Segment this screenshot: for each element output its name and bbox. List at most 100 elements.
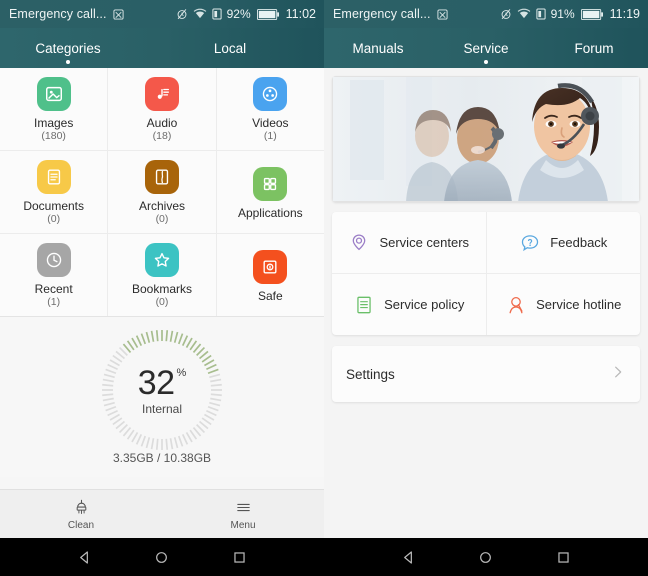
service-hotline-button[interactable]: Service hotline [485,274,641,335]
tab-local-label: Local [213,40,247,56]
category-recent[interactable]: Recent (1) [0,234,107,316]
star-icon [144,243,179,277]
tab-service-label: Service [463,40,509,56]
category-count: (1) [263,130,277,142]
wifi-icon [517,8,531,20]
policy-doc-icon [353,294,375,316]
settings-row[interactable]: Settings [332,346,640,402]
signal-no-service-icon [212,8,222,20]
alarm-off-icon [500,8,512,20]
category-videos[interactable]: Videos (1) [215,68,324,150]
service-actions-row: Service policy Service hotline [332,273,640,335]
category-label: Archives [138,199,185,213]
left-phone-panel: Emergency call... 92% 11:02 Categories L… [0,0,324,538]
back-triangle-icon[interactable] [76,549,93,566]
film-reel-icon [253,77,288,111]
category-bookmarks[interactable]: Bookmarks (0) [107,234,215,316]
category-label: Recent [34,282,73,296]
recents-square-icon[interactable] [231,549,248,566]
battery-icon [256,8,279,20]
alarm-off-icon [176,8,188,20]
service-centers-button[interactable]: Service centers [332,212,486,273]
carrier-label: Emergency call... [333,7,431,21]
service-actions-row: Service centers Feedback [332,212,640,273]
categories-grid: Images (180) Audio (18) Videos (1) Docum… [0,68,324,317]
right-status-carrier-group: Emergency call... [324,7,448,21]
battery-icon [580,8,603,20]
clock-label: 11:19 [609,7,640,21]
tab-forum-label: Forum [574,40,614,56]
apps-grid-icon [253,166,288,201]
storage-used-total-label: 3.35GB / 10.38GB [112,451,212,465]
categories-row: Recent (1) Bookmarks (0) Safe [0,233,324,316]
tab-local[interactable]: Local [136,28,324,68]
service-banner-image[interactable] [332,76,640,202]
storage-percent-value: 32 [137,363,175,402]
internal-storage-card[interactable]: 32 % Internal 3.35GB / 10.38GB [0,317,324,477]
left-status-bar: Emergency call... 92% 11:02 [0,0,324,28]
feedback-button[interactable]: Feedback [485,212,641,273]
service-page-body: Service centers Feedback Service policy … [324,68,648,538]
category-documents[interactable]: Documents (0) [0,151,107,233]
category-label: Applications [237,205,303,220]
category-count: (180) [41,130,66,142]
person-call-icon [505,294,527,316]
clean-button[interactable]: Clean [0,498,162,531]
category-label: Images [33,116,74,130]
battery-percent-label: 91% [550,7,575,21]
document-icon [36,160,71,194]
category-count: (18) [152,130,172,142]
category-applications[interactable]: Applications [215,151,324,233]
question-chat-icon [519,232,541,254]
category-label: Safe [257,288,283,303]
tab-active-indicator-dot [66,60,71,64]
category-count: (0) [47,213,61,225]
tab-categories[interactable]: Categories [0,28,136,68]
left-tab-bar: Categories Local [0,28,324,68]
left-nav-buttons [0,538,324,576]
android-navigation-bar [0,538,648,576]
categories-row: Images (180) Audio (18) Videos (1) [0,68,324,150]
service-policy-button[interactable]: Service policy [332,274,486,335]
storage-percent-symbol: % [176,366,187,379]
wifi-icon [193,8,207,20]
category-label: Audio [146,116,178,130]
tab-manuals[interactable]: Manuals [324,28,432,68]
storage-gauge-center: 32 % Internal [97,325,227,455]
category-safe[interactable]: Safe [215,234,324,316]
safe-lock-icon [253,249,288,284]
tab-service[interactable]: Service [432,28,540,68]
sim-card-icon [113,8,124,20]
storage-percent: 32 % [138,365,187,401]
right-phone-panel: Emergency call... 91% 11:19 Manuals Serv… [324,0,648,538]
storage-gauge: 32 % Internal [97,325,227,455]
service-actions-card: Service centers Feedback Service policy … [332,212,640,335]
sim-card-icon [437,8,448,20]
settings-label: Settings [346,366,395,382]
right-status-bar: Emergency call... 91% 11:19 [324,0,648,28]
service-centers-label: Service centers [379,235,470,250]
battery-percent-label: 92% [226,7,251,21]
recents-square-icon[interactable] [555,549,572,566]
categories-row: Documents (0) Archives (0) Applications [0,150,324,233]
tab-manuals-label: Manuals [352,40,404,56]
clock-icon [36,243,71,277]
back-triangle-icon[interactable] [400,549,417,566]
category-images[interactable]: Images (180) [0,68,107,150]
home-circle-icon[interactable] [477,549,494,566]
category-label: Bookmarks [131,282,192,296]
left-bottom-toolbar: Clean Menu [0,489,324,538]
clock-label: 11:02 [285,7,316,21]
tab-forum[interactable]: Forum [540,28,648,68]
right-nav-buttons [324,538,648,576]
right-tab-bar: Manuals Service Forum [324,28,648,68]
category-audio[interactable]: Audio (18) [107,68,215,150]
clean-button-label: Clean [67,519,95,531]
feedback-label: Feedback [550,235,608,250]
menu-button-label: Menu [230,519,256,531]
map-pin-icon [348,232,370,254]
menu-button[interactable]: Menu [162,498,324,531]
home-circle-icon[interactable] [153,549,170,566]
carrier-label: Emergency call... [9,7,107,21]
category-archives[interactable]: Archives (0) [107,151,215,233]
